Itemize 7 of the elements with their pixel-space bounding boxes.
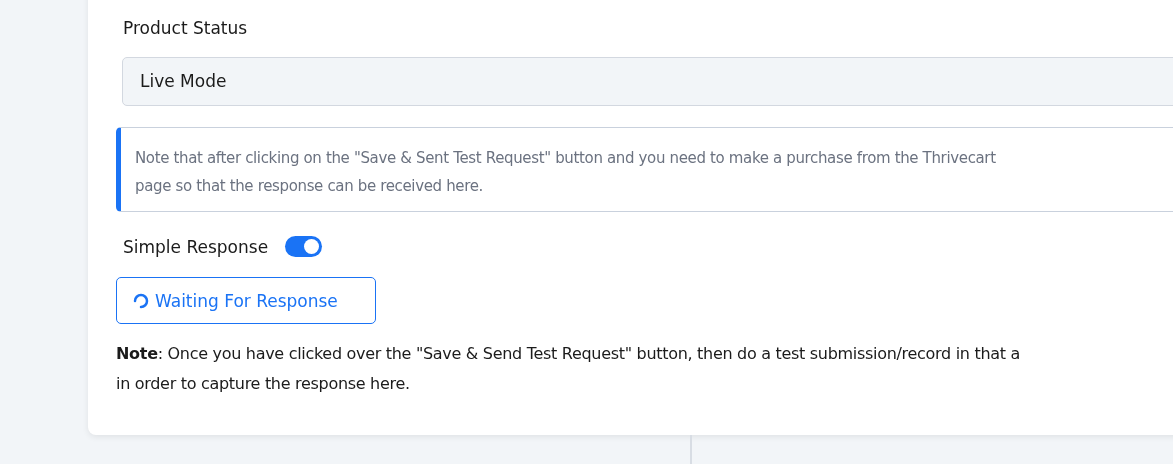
- status-select[interactable]: Live Mode: [122, 57, 1173, 106]
- note-text: Note: Once you have clicked over the "Save & Send Test Request" button, then do a test submission/record in that a in order to capture the response here.: [116, 343, 1022, 395]
- toggle-label: Simple Response: [123, 236, 269, 257]
- field-label: Product Status: [123, 18, 249, 40]
- info-text: Note that after clicking on the "Save & Sent Test Request" button and you need to make a purchase from the Thrivecart page so that the response can be received here.: [135, 148, 997, 197]
- toggle-switch[interactable]: [285, 236, 323, 257]
- waiting-button[interactable]: Waiting For Response: [116, 277, 376, 324]
